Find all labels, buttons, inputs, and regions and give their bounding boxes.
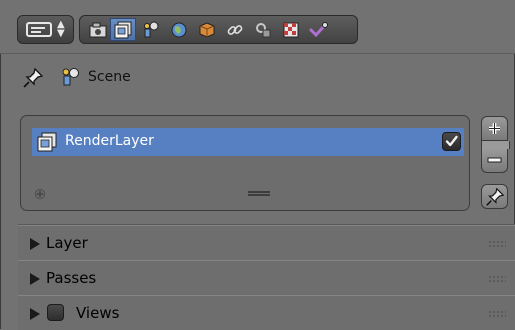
data-icon	[309, 21, 328, 37]
scene-icon	[62, 68, 79, 86]
scene-context-row: Scene	[0, 58, 515, 98]
chevron-updown-icon: ▲ ▼	[57, 19, 65, 39]
panel-passes[interactable]: Passes	[18, 260, 515, 295]
object-icon	[199, 21, 215, 38]
drag-grip-icon[interactable]	[488, 240, 506, 248]
tab-scene[interactable]	[138, 18, 164, 41]
properties-header: ▲ ▼	[0, 0, 515, 54]
pin-icon[interactable]	[22, 67, 44, 89]
expand-arrow-icon	[30, 273, 40, 285]
pin-icon	[485, 187, 504, 206]
world-icon	[171, 22, 187, 37]
properties-editor-icon	[26, 22, 52, 37]
filter-options-icon[interactable]	[35, 189, 45, 199]
editor-type-selector[interactable]: ▲ ▼	[17, 15, 74, 44]
tab-render-layers[interactable]	[110, 18, 136, 41]
drag-grip-icon[interactable]	[488, 275, 506, 283]
tab-world[interactable]	[166, 18, 192, 41]
panel-views[interactable]: Views	[18, 295, 515, 330]
render-layers-icon	[114, 21, 132, 38]
add-render-layer-button[interactable]	[481, 116, 508, 141]
render-layer-name: RenderLayer	[65, 133, 154, 149]
tab-constraints[interactable]	[222, 18, 248, 41]
plus-icon	[489, 123, 500, 134]
expand-arrow-icon	[30, 238, 40, 250]
render-layers-icon	[37, 132, 57, 152]
constraints-icon	[227, 24, 243, 35]
tab-modifiers[interactable]	[250, 18, 276, 41]
render-icon	[89, 22, 107, 37]
scene-icon	[144, 21, 159, 37]
expand-arrow-icon	[30, 308, 40, 320]
list-item-renderlayer[interactable]: RenderLayer	[32, 128, 464, 156]
minus-icon	[487, 157, 502, 163]
panel-label: Layer	[46, 234, 88, 252]
tab-object[interactable]	[194, 18, 220, 41]
drag-grip-icon[interactable]	[488, 310, 506, 318]
check-icon	[445, 135, 458, 147]
tab-data[interactable]	[306, 18, 332, 41]
context-tabs	[79, 15, 358, 44]
remove-render-layer-button[interactable]	[481, 141, 510, 173]
pin-scene-button[interactable]	[481, 184, 508, 209]
panel-label: Passes	[46, 269, 97, 287]
list-resize-handle[interactable]	[248, 191, 270, 196]
modifiers-icon	[256, 22, 271, 37]
views-enable-checkbox[interactable]	[47, 304, 64, 321]
tab-render[interactable]	[85, 18, 111, 41]
panel-layer[interactable]: Layer	[18, 225, 515, 260]
scene-label: Scene	[88, 69, 131, 85]
panel-label: Views	[76, 304, 120, 322]
texture-icon	[283, 22, 299, 37]
tab-texture[interactable]	[278, 18, 304, 41]
render-layer-enabled-checkbox[interactable]	[442, 132, 461, 151]
